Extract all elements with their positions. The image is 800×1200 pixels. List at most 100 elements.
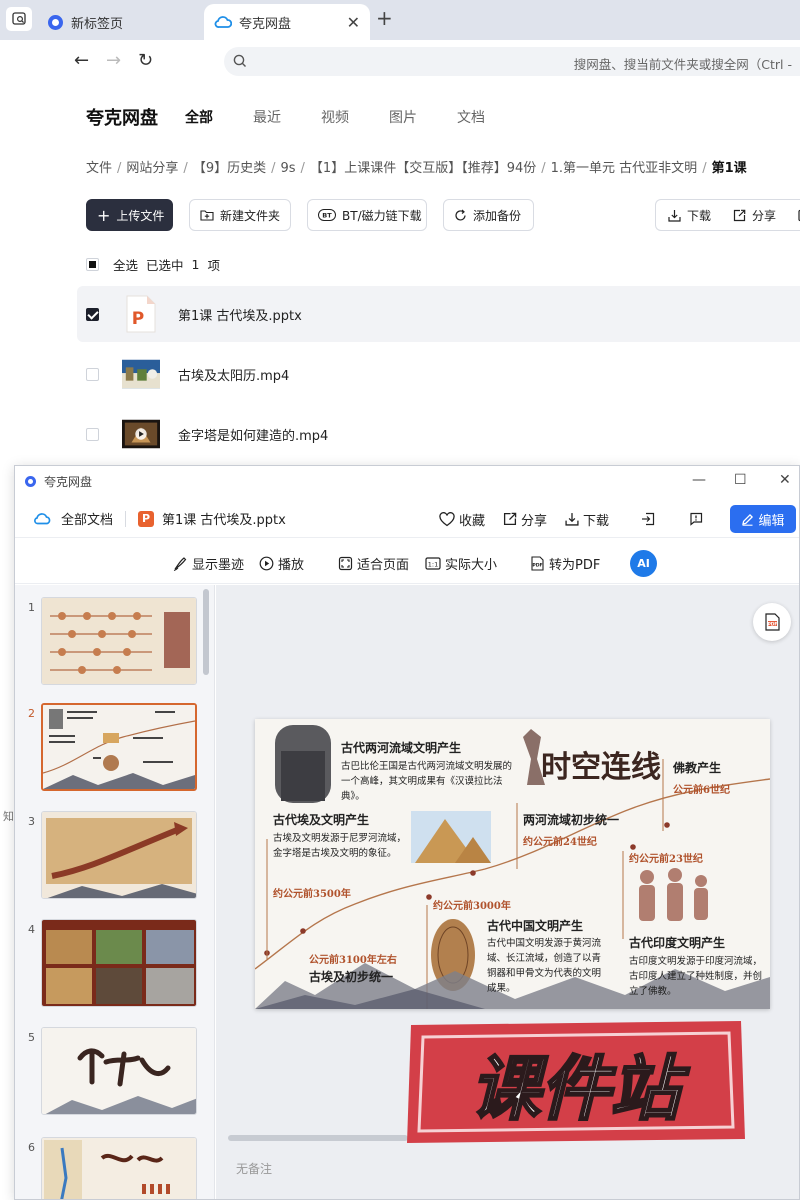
- to-pdf-button[interactable]: PDF 转为PDF: [530, 554, 600, 573]
- tab-search-button[interactable]: [6, 7, 32, 31]
- breadcrumb-item[interactable]: 【1】上课课件【交互版】【推荐】94份: [310, 161, 536, 176]
- file-checkbox[interactable]: [86, 307, 99, 321]
- new-folder-icon: [200, 209, 214, 221]
- new-folder-button[interactable]: 新建文件夹: [189, 199, 291, 231]
- select-all-label[interactable]: 全选: [113, 255, 138, 274]
- bt-icon: BT: [318, 209, 336, 221]
- share-button[interactable]: 分享: [733, 207, 776, 224]
- select-all-checkbox[interactable]: [86, 258, 99, 271]
- slide-date: 约公元前3500年: [273, 889, 351, 900]
- edge-label: 知: [3, 810, 14, 823]
- pptx-file-icon: P: [138, 510, 155, 527]
- close-icon[interactable]: ✕: [347, 13, 360, 32]
- slide-date: 约公元前24世纪: [523, 837, 597, 848]
- back-arrow-icon[interactable]: ←: [74, 50, 89, 71]
- nav-tab-image[interactable]: 图片: [389, 107, 417, 127]
- maximize-icon[interactable]: ☐: [734, 472, 747, 488]
- pdf-icon: PDF: [765, 613, 780, 631]
- bt-download-button[interactable]: BT BT/磁力链下载: [307, 199, 427, 231]
- pdf-icon: PDF: [531, 556, 544, 571]
- breadcrumb-item[interactable]: 1.第一单元 古代亚非文明: [551, 161, 698, 176]
- nav-tab-video[interactable]: 视频: [321, 107, 349, 127]
- play-button[interactable]: 播放: [259, 554, 304, 573]
- sync-icon: [454, 209, 467, 222]
- breadcrumb-item[interactable]: 9s: [280, 161, 295, 176]
- slide-body: 古巴比伦王国是古代两河流域文明发展的一个高峰，其文明成果有《汉谟拉比法典》。: [341, 761, 513, 802]
- file-checkbox[interactable]: [86, 427, 99, 441]
- tab-new-tab[interactable]: 新标签页: [38, 4, 200, 40]
- add-backup-button[interactable]: 添加备份: [443, 199, 534, 231]
- svg-text:PDF: PDF: [532, 563, 542, 569]
- document-actions: 收藏 分享 下载: [439, 500, 725, 538]
- slide-preview-image: [41, 811, 197, 899]
- reload-icon[interactable]: ↻: [138, 50, 153, 71]
- slide-preview-image: [41, 1027, 197, 1115]
- file-row[interactable]: 古埃及太阳历.mp4: [77, 346, 800, 402]
- slide-thumbnail-active[interactable]: 2: [15, 703, 205, 793]
- slide-heading: 古代两河流域文明产生: [341, 741, 462, 755]
- all-documents-button[interactable]: 全部文档: [33, 509, 113, 528]
- selection-actions: 下载 分享: [655, 199, 800, 231]
- breadcrumb-item[interactable]: 【9】历史类: [193, 161, 266, 176]
- file-checkbox[interactable]: [86, 367, 99, 381]
- slide-thumbnail[interactable]: 6: [15, 1137, 205, 1199]
- slide-thumbnail[interactable]: 5: [15, 1027, 205, 1117]
- breadcrumb-item[interactable]: 文件: [86, 161, 112, 176]
- fit-page-button[interactable]: 适合页面: [338, 554, 409, 573]
- video-thumbnail: [122, 415, 160, 453]
- actual-size-button[interactable]: 1:1 实际大小: [425, 554, 497, 573]
- open-external-button[interactable]: [641, 512, 659, 526]
- share-icon: [733, 209, 746, 221]
- nav-tab-document[interactable]: 文档: [457, 107, 485, 127]
- slide-date: 约公元前23世纪: [629, 854, 703, 865]
- file-row[interactable]: 金字塔是如何建造的.mp4: [77, 406, 800, 462]
- upload-label: 上传文件: [116, 208, 165, 223]
- download-button[interactable]: 下载: [565, 510, 609, 529]
- ai-assistant-button[interactable]: AI: [630, 550, 657, 577]
- close-icon[interactable]: ✕: [779, 472, 791, 488]
- share-button[interactable]: 分享: [503, 510, 547, 529]
- share-label: 分享: [752, 208, 777, 223]
- feedback-button[interactable]: [689, 512, 707, 526]
- slide-title-art: 时空连线: [541, 750, 661, 785]
- nav-tab-all[interactable]: 全部: [185, 107, 213, 127]
- download-button[interactable]: 下载: [668, 207, 711, 224]
- quark-logo-icon: [25, 475, 36, 487]
- svg-text:课件站: 课件站: [470, 1048, 690, 1130]
- breadcrumb-item[interactable]: 网站分享: [126, 161, 178, 176]
- file-row[interactable]: P 第1课 古代埃及.pptx: [77, 286, 800, 342]
- ai-label: AI: [637, 557, 650, 570]
- convert-pdf-floating-button[interactable]: PDF: [753, 603, 791, 641]
- selected-prefix: 已选中: [146, 258, 184, 273]
- slide-thumbnail[interactable]: 4: [15, 919, 205, 1009]
- slide-date: 公元前6世纪: [673, 785, 730, 796]
- tab-quark-drive[interactable]: 夸克网盘 ✕: [204, 4, 370, 40]
- cloud-icon: [34, 513, 51, 525]
- new-tab-button[interactable]: +: [376, 6, 393, 30]
- selected-count: 1: [191, 257, 200, 272]
- edit-button[interactable]: 编辑: [730, 505, 796, 533]
- download-label: 下载: [687, 208, 712, 223]
- forward-arrow-icon[interactable]: →: [106, 50, 121, 71]
- slide-number: 6: [28, 1141, 35, 1154]
- nav-tab-recent[interactable]: 最近: [253, 107, 281, 127]
- slide-body: 古代中国文明发源于黄河流域、长江流域，创造了以青铜器和甲骨文为代表的文明成果。: [487, 938, 602, 994]
- address-input[interactable]: 搜网盘、搜当前文件夹或搜全网（Ctrl -: [224, 47, 800, 76]
- watermark-stamp: 课件站: [401, 1017, 749, 1147]
- window-titlebar: 夸克网盘 — ☐ ✕: [15, 466, 799, 496]
- minimize-icon[interactable]: —: [692, 472, 706, 488]
- canvas-scrollbar[interactable]: [228, 1135, 408, 1141]
- show-ink-button[interactable]: 显示墨迹: [172, 554, 244, 573]
- file-name[interactable]: 金字塔是如何建造的.mp4: [178, 425, 328, 444]
- slide-heading: 佛教产生: [673, 761, 722, 775]
- slide-thumbnail-list[interactable]: 1 2 3 4 5 6: [15, 585, 215, 1199]
- slide-thumbnail[interactable]: 3: [15, 811, 205, 901]
- file-name[interactable]: 第1课 古代埃及.pptx: [178, 305, 302, 324]
- file-name[interactable]: 古埃及太阳历.mp4: [178, 365, 289, 384]
- favorite-button[interactable]: 收藏: [439, 510, 485, 529]
- slide-thumbnail[interactable]: 1: [15, 597, 205, 687]
- pencil-icon: [742, 513, 754, 526]
- upload-button[interactable]: + 上传文件: [86, 199, 173, 231]
- cloud-icon: [214, 16, 232, 28]
- slide-date: 公元前3100年左右: [309, 955, 397, 966]
